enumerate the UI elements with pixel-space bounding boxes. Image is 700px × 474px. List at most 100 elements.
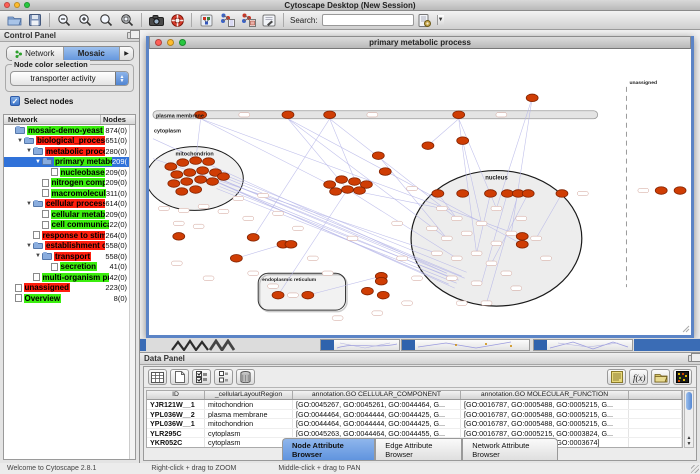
graph-node[interactable] (397, 256, 408, 260)
network-overview-icon[interactable] (196, 12, 216, 29)
graph-node[interactable] (496, 113, 507, 117)
graph-edge[interactable] (428, 119, 459, 146)
network-view-window[interactable]: primary metabolic process plasma (146, 36, 694, 338)
graph-edge[interactable] (253, 119, 329, 238)
graph-node[interactable] (451, 256, 462, 260)
formula-builder-icon[interactable]: f(x) (629, 369, 648, 385)
graph-node[interactable] (268, 284, 279, 288)
tree-row[interactable]: nitrogen compo209(0) (4, 178, 135, 189)
background-window-fragment[interactable] (401, 339, 530, 351)
graph-node-selected[interactable] (422, 142, 434, 150)
select-nodes-checkbox[interactable]: ✓ (10, 96, 20, 106)
node-color-dropdown[interactable]: transporter activity ▲▼ (10, 71, 129, 86)
graph-node-selected[interactable] (190, 186, 202, 194)
graph-node-selected[interactable] (282, 111, 294, 119)
graph-node[interactable] (531, 236, 542, 240)
search-dropdown-icon[interactable]: ▼ (437, 15, 444, 25)
unselect-attributes-icon[interactable] (214, 369, 233, 385)
graph-node-selected[interactable] (361, 287, 373, 295)
graph-node[interactable] (372, 311, 383, 315)
graph-node-selected[interactable] (453, 111, 465, 119)
delete-attribute-icon[interactable] (236, 369, 255, 385)
zoom-in-icon[interactable] (75, 12, 95, 29)
graph-node-selected[interactable] (217, 173, 229, 181)
graph-node[interactable] (638, 188, 649, 192)
graph-node-selected[interactable] (522, 190, 534, 198)
graph-edge[interactable] (236, 244, 283, 258)
select-attributes-icon[interactable] (192, 369, 211, 385)
graph-node-selected[interactable] (342, 186, 354, 194)
graph-node[interactable] (239, 113, 250, 117)
tree-row[interactable]: mosaic-demo-yeast874(0) (4, 125, 135, 136)
graph-node-selected[interactable] (674, 187, 686, 195)
graph-node[interactable] (158, 206, 169, 210)
tab-node-attribute-browser[interactable]: Node Attribute Browser (282, 438, 375, 460)
graph-node-selected[interactable] (203, 158, 215, 166)
graph-node[interactable] (193, 224, 204, 228)
graph-node[interactable] (446, 276, 457, 280)
tree-row[interactable]: nucleobase-209(0) (4, 167, 135, 178)
tree-row[interactable]: ▼transport558(0) (4, 251, 135, 262)
graph-node[interactable] (541, 256, 552, 260)
network-graph[interactable]: plasma membrane cytoplasm mitochondrion … (149, 49, 691, 335)
graph-node-selected[interactable] (230, 254, 242, 262)
tree-row[interactable]: secretion41(0) (4, 262, 135, 273)
graph-node[interactable] (407, 186, 418, 190)
background-window-fragment[interactable] (533, 339, 633, 351)
tree-row[interactable]: response to stimul264(0) (4, 230, 135, 241)
graph-node-selected[interactable] (177, 159, 189, 167)
tab-network[interactable]: Network (7, 47, 64, 60)
tree-col-nodes[interactable]: Nodes (101, 115, 135, 124)
graph-edge[interactable] (288, 119, 447, 239)
graph-node-selected[interactable] (372, 152, 384, 160)
import-attributes-icon[interactable] (651, 369, 670, 385)
tree-col-network[interactable]: Network (4, 115, 101, 124)
tree-expand-icon[interactable]: ▼ (25, 243, 33, 249)
graph-node-selected[interactable] (207, 178, 219, 186)
col-id[interactable]: ID (147, 391, 205, 399)
tree-expand-icon[interactable]: ▼ (34, 253, 42, 259)
graph-node[interactable] (516, 216, 527, 220)
graph-node-selected[interactable] (377, 291, 389, 299)
window-resize-grip[interactable] (691, 465, 699, 473)
graph-node[interactable] (178, 208, 189, 212)
graph-node-selected[interactable] (516, 233, 528, 241)
graph-node[interactable] (287, 293, 298, 297)
graph-node-selected[interactable] (526, 94, 538, 102)
graph-node-selected[interactable] (302, 291, 314, 299)
resize-grip-icon[interactable] (683, 326, 689, 332)
tree-expand-icon[interactable]: ▼ (16, 138, 24, 144)
copy-network-view-icon[interactable] (217, 12, 237, 29)
snapshot-icon[interactable] (146, 12, 166, 29)
tree-row[interactable]: ▼primary metabo209( (4, 157, 135, 168)
graph-node-selected[interactable] (195, 176, 207, 184)
tree-row[interactable]: unassigned223(0) (4, 283, 135, 294)
graph-node[interactable] (412, 276, 423, 280)
graph-node-selected[interactable] (247, 234, 259, 242)
graph-node[interactable] (471, 251, 482, 255)
graph-node[interactable] (491, 241, 502, 245)
graph-node-selected[interactable] (181, 178, 193, 186)
graph-node[interactable] (173, 221, 184, 225)
tab-edge-attribute-browser[interactable]: Edge Attribute Browser (375, 438, 462, 460)
zoom-selected-icon[interactable] (117, 12, 137, 29)
attribute-notes-icon[interactable] (607, 369, 626, 385)
graph-node[interactable] (501, 271, 512, 275)
graph-node[interactable] (511, 286, 522, 290)
graph-node[interactable] (506, 231, 517, 235)
attribute-table-icon[interactable] (148, 369, 167, 385)
tree-row[interactable]: ▼biological_process651(0) (4, 136, 135, 147)
table-row[interactable]: YPL036W__2plasma membrane[GO:0044464, GO… (147, 410, 682, 420)
graph-node-selected[interactable] (165, 163, 177, 171)
graph-node[interactable] (171, 261, 182, 265)
network-canvas[interactable]: plasma membrane cytoplasm mitochondrion … (149, 49, 691, 335)
graph-node[interactable] (436, 206, 447, 210)
tab-mosaic[interactable]: Mosaic (64, 47, 121, 60)
graph-node[interactable] (441, 236, 452, 240)
float-panel-icon[interactable] (127, 32, 135, 39)
save-icon[interactable] (25, 12, 45, 29)
zoom-out-icon[interactable] (54, 12, 74, 29)
float-panel-icon[interactable] (688, 355, 696, 362)
graph-node-selected[interactable] (501, 190, 513, 198)
graph-node[interactable] (307, 256, 318, 260)
